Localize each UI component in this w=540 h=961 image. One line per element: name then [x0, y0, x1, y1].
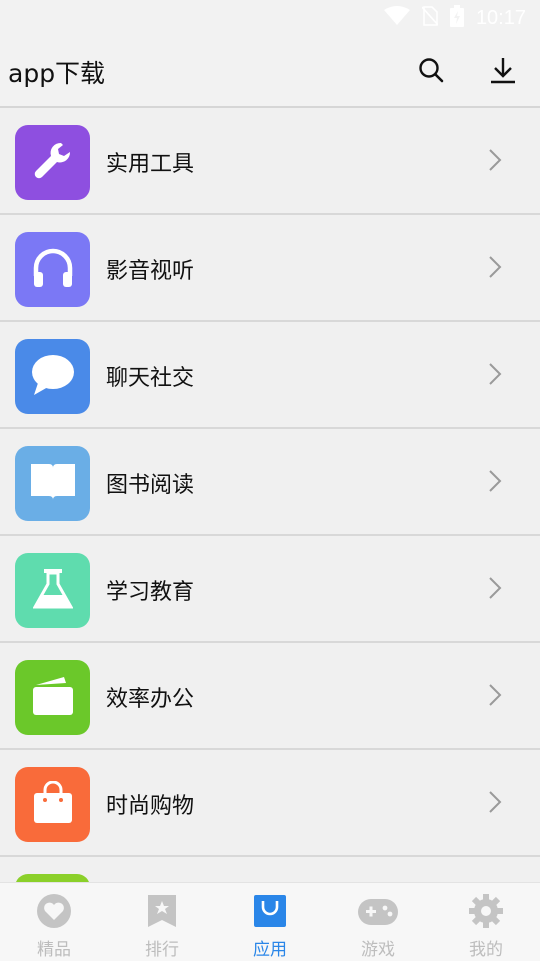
open-book-icon	[29, 462, 77, 506]
chevron-right-icon	[488, 362, 502, 390]
category-icon-tile	[15, 553, 90, 628]
category-item-education[interactable]: 学习教育	[0, 536, 540, 643]
tab-featured[interactable]: 精品	[0, 883, 108, 961]
chevron-right-icon	[488, 790, 502, 818]
tab-label: 我的	[469, 940, 503, 960]
category-label: 学习教育	[106, 580, 195, 605]
app-header: app下载	[0, 36, 540, 108]
category-item-media[interactable]: 影音视听	[0, 215, 540, 322]
tab-games[interactable]: 游戏	[324, 883, 432, 961]
category-item-office[interactable]: 效率办公	[0, 643, 540, 750]
gear-icon	[468, 893, 504, 933]
tab-mine[interactable]: 我的	[432, 883, 540, 961]
category-icon-tile	[15, 767, 90, 842]
category-label: 时尚购物	[106, 794, 195, 819]
category-label: 效率办公	[106, 687, 195, 712]
app-bag-icon	[253, 893, 287, 933]
tab-label: 精品	[37, 940, 71, 960]
chevron-right-icon	[488, 469, 502, 497]
category-item-reading[interactable]: 图书阅读	[0, 429, 540, 536]
heart-icon	[36, 893, 72, 933]
wifi-icon	[383, 6, 410, 30]
search-icon	[418, 57, 444, 87]
headphones-icon	[30, 246, 76, 294]
search-button[interactable]	[413, 54, 449, 90]
category-label: 实用工具	[106, 152, 195, 177]
tab-apps[interactable]: 应用	[216, 883, 324, 961]
bookmark-star-icon	[146, 893, 178, 933]
category-label: 影音视听	[106, 259, 195, 284]
status-time: 10:17	[475, 6, 526, 29]
tab-label: 排行	[145, 940, 179, 960]
bottom-tab-bar: 精品 排行 应用 游戏 我的	[0, 882, 540, 961]
category-icon-tile	[15, 339, 90, 414]
category-icon-tile	[15, 446, 90, 521]
category-icon-tile	[15, 660, 90, 735]
status-bar: 10:17	[0, 0, 540, 36]
wrench-icon	[31, 139, 75, 187]
folder-icon	[30, 675, 76, 721]
chevron-right-icon	[488, 148, 502, 176]
battery-charging-icon	[449, 5, 464, 31]
chevron-right-icon	[488, 576, 502, 604]
flask-icon	[31, 567, 74, 615]
gamepad-icon	[357, 893, 399, 933]
chevron-right-icon	[488, 255, 502, 283]
tab-label: 应用	[253, 940, 287, 960]
category-icon-tile	[15, 125, 90, 200]
chat-bubble-icon	[30, 353, 76, 401]
category-label: 聊天社交	[106, 366, 195, 391]
download-icon	[489, 56, 517, 88]
download-button[interactable]	[485, 54, 521, 90]
category-item-social[interactable]: 聊天社交	[0, 322, 540, 429]
category-item-shopping[interactable]: 时尚购物	[0, 750, 540, 857]
category-icon-tile	[15, 232, 90, 307]
page-title: app下载	[8, 59, 106, 88]
chevron-right-icon	[488, 683, 502, 711]
category-item-tools[interactable]: 实用工具	[0, 108, 540, 215]
no-sim-icon	[421, 6, 439, 30]
tab-label: 游戏	[361, 940, 395, 960]
shopping-bag-icon	[31, 780, 75, 829]
category-list: 实用工具 影音视听 聊天社交 图书阅读 学习教育 效率办公 时尚购物	[0, 108, 540, 894]
category-label: 图书阅读	[106, 473, 195, 498]
tab-ranking[interactable]: 排行	[108, 883, 216, 961]
